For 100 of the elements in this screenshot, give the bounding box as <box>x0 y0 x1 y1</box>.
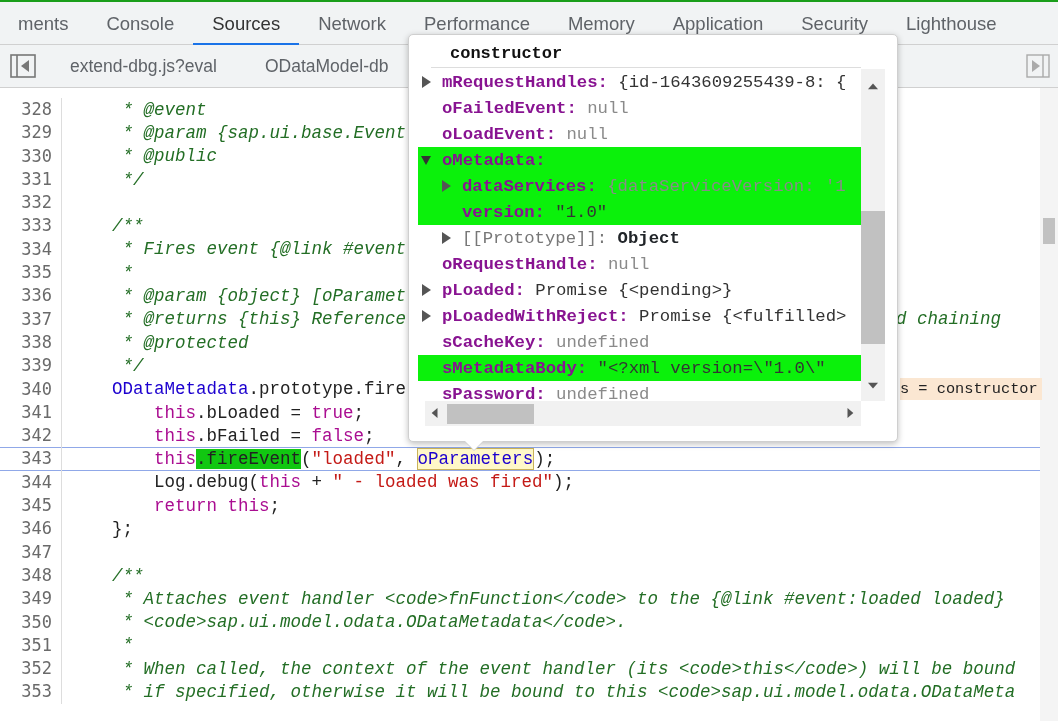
property-row[interactable]: sPassword: undefined <box>418 381 861 401</box>
line-number: 333 <box>0 214 62 238</box>
property-row[interactable]: sMetadataBody: "<?xml version=\"1.0\" <box>418 355 861 381</box>
inline-value-hint: s = constructor <box>900 378 1042 401</box>
code-line: }; <box>111 518 133 540</box>
code-line: this.bFailed = false; <box>153 424 375 447</box>
property-text: sCacheKey: undefined <box>442 332 650 352</box>
devtools-tab[interactable]: Lighthouse <box>887 2 1016 45</box>
line-number: 349 <box>0 587 62 611</box>
line-number: 352 <box>0 657 62 681</box>
code-line: this.bLoaded = true; <box>153 401 365 424</box>
line-number: 340 <box>0 377 62 401</box>
property-row[interactable]: mRequestHandles: {id-1643609255439-8: { <box>418 69 861 95</box>
line-number: 339 <box>0 354 62 378</box>
scroll-up-icon[interactable] <box>867 81 879 91</box>
code-line: */ <box>121 354 144 377</box>
code-line: * Fires event {@link #event <box>121 238 407 261</box>
file-tab[interactable]: extend-dbg.js?eval <box>46 52 241 80</box>
code-line: return this; <box>153 494 281 517</box>
scroll-down-icon[interactable] <box>867 381 879 391</box>
line-number: 353 <box>0 680 62 704</box>
expand-arrow-icon[interactable] <box>421 76 431 88</box>
line-number: 336 <box>0 284 62 308</box>
line-number: 345 <box>0 494 62 518</box>
property-text: pLoaded: Promise {<pending>} <box>442 280 733 300</box>
devtools-tab[interactable]: Console <box>87 2 194 45</box>
line-number: 332 <box>0 191 62 215</box>
code-line: * When called, the context of the event handler (its <code>this</code>) will be bound <box>121 657 1016 680</box>
property-text: oRequestHandle: null <box>442 254 650 274</box>
expand-arrow-icon[interactable] <box>421 284 431 296</box>
line-number: 331 <box>0 167 62 192</box>
devtools-tab[interactable]: Performance <box>405 2 549 45</box>
scrollbar[interactable] <box>425 401 861 426</box>
property-text: dataServices: {dataServiceVersion: '1 <box>462 176 846 196</box>
file-tab[interactable]: ODataModel-db <box>240 52 413 80</box>
code-line: Log.debug(this + " - loaded was fired"); <box>153 471 575 494</box>
devtools-tab[interactable]: Application <box>653 2 783 45</box>
line-number: 343 <box>0 447 62 471</box>
line-number: 351 <box>0 633 62 658</box>
property-text: sMetadataBody: "<?xml version=\"1.0\" <box>442 358 826 378</box>
expand-arrow-icon[interactable] <box>441 232 451 244</box>
line-number: 346 <box>0 517 62 541</box>
code-line: /** <box>111 564 144 587</box>
property-row[interactable]: oRequestHandle: null <box>418 251 861 277</box>
code-line: /** <box>111 215 144 238</box>
devtools-tab[interactable]: Network <box>299 2 405 45</box>
property-text: pLoadedWithReject: Promise {<fulfilled> <box>442 306 847 326</box>
sidebar-toggle-icon[interactable] <box>10 54 36 78</box>
line-number: 342 <box>0 424 62 448</box>
popover-title: constructor <box>450 43 564 65</box>
scroll-left-icon[interactable] <box>429 408 441 418</box>
code-line: * @param {object} [oParamet <box>121 285 407 308</box>
code-line: * if specified, otherwise it will be bound to this <code>sap.ui.model.odata.ODataMeta <box>121 681 1016 704</box>
property-text: mRequestHandles: {id-1643609255439-8: { <box>442 72 847 92</box>
property-text: oLoadEvent: null <box>442 124 608 144</box>
scrollbar[interactable] <box>861 69 885 401</box>
property-text: version: "1.0" <box>462 202 608 222</box>
line-number: 330 <box>0 144 62 168</box>
line-number: 337 <box>0 307 62 331</box>
line-number: 344 <box>0 470 62 495</box>
code-line: * Attaches event handler <code>fnFunction</code> to the {@link #event:loaded loaded} <box>121 587 1005 610</box>
devtools-tab[interactable]: Memory <box>548 2 654 45</box>
devtools-tab[interactable]: Security <box>782 2 888 45</box>
collapse-arrow-icon[interactable] <box>421 154 431 166</box>
property-row[interactable]: oFailedEvent: null <box>418 95 861 121</box>
property-row[interactable]: oLoadEvent: null <box>418 121 861 147</box>
code-line: */ <box>121 168 144 191</box>
property-text: sPassword: undefined <box>442 384 650 401</box>
code-line: * <code>sap.ui.model.odata.ODataMetadata</code>. <box>121 611 627 634</box>
scrollbar-thumb[interactable] <box>447 404 534 424</box>
scrollbar[interactable] <box>1040 88 1058 721</box>
property-text: [[Prototype]]: Object <box>462 228 680 248</box>
property-row[interactable]: pLoaded: Promise {<pending>} <box>418 277 861 303</box>
expand-arrow-icon[interactable] <box>421 310 431 322</box>
property-row[interactable]: sCacheKey: undefined <box>418 329 861 355</box>
line-number: 347 <box>0 540 62 564</box>
scrollbar-thumb[interactable] <box>861 211 885 344</box>
property-row[interactable]: version: "1.0" <box>418 199 861 225</box>
sidebar-toggle-icon[interactable] <box>1026 54 1050 78</box>
code-line: * @param {sap.ui.base.Event <box>121 121 407 144</box>
property-text: oFailedEvent: null <box>442 98 629 118</box>
devtools-tab[interactable]: ments <box>0 2 88 45</box>
code-line: * @returns {this} Reference <box>121 308 407 331</box>
code-line: * <box>121 261 133 284</box>
line-number: 338 <box>0 330 62 355</box>
property-row[interactable]: dataServices: {dataServiceVersion: '1 <box>418 173 861 199</box>
line-number: 329 <box>0 121 62 145</box>
code-line: * <box>121 634 133 657</box>
property-text: oMetadata: <box>442 150 546 170</box>
line-number: 348 <box>0 563 62 588</box>
code-line: * @protected <box>121 331 249 354</box>
code-line: ODataMetadata.prototype.fire <box>111 378 407 401</box>
line-number: 328 <box>0 98 62 122</box>
property-row[interactable]: pLoadedWithReject: Promise {<fulfilled> <box>418 303 861 329</box>
expand-arrow-icon[interactable] <box>441 180 451 192</box>
code-line: * @public <box>121 145 218 168</box>
scrollbar-thumb[interactable] <box>1043 218 1055 244</box>
property-row[interactable]: oMetadata: <box>418 147 861 173</box>
line-number: 335 <box>0 261 62 285</box>
property-row[interactable]: [[Prototype]]: Object <box>418 225 861 251</box>
